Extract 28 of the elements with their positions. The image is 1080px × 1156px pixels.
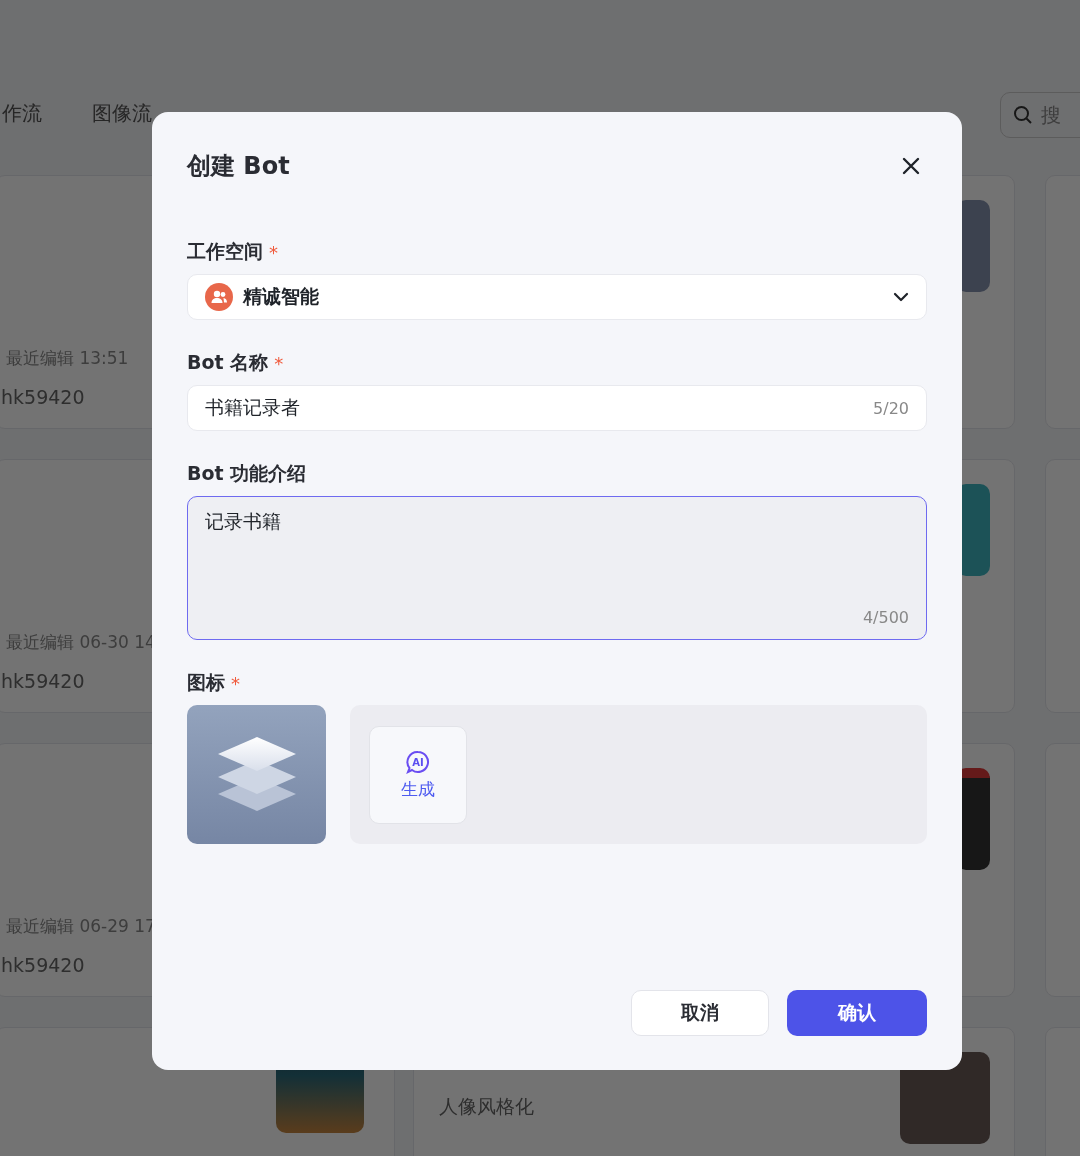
team-avatar-icon	[205, 283, 233, 311]
chevron-down-icon	[893, 292, 909, 302]
close-icon[interactable]	[901, 156, 921, 176]
char-counter: 5/20	[873, 398, 909, 418]
field-label: Bot 功能介绍	[187, 461, 307, 486]
description-text-area[interactable]: 记录书籍 4/500	[187, 496, 927, 640]
cancel-button[interactable]: 取消	[631, 990, 769, 1036]
ai-chat-icon: AI	[405, 749, 431, 774]
owner-name: hk59420	[1, 670, 85, 692]
ai-generate-button[interactable]: AI 生成	[369, 726, 467, 824]
field-label: 图标	[187, 670, 225, 695]
nav-tab[interactable]: 作流	[2, 100, 42, 127]
workspace-select[interactable]: 精诚智能	[187, 274, 927, 320]
required-mark: *	[231, 672, 240, 694]
bot-description: 人像风格化	[439, 1094, 534, 1119]
name-input-field[interactable]: 书籍记录者 5/20	[187, 385, 927, 431]
layers-icon	[187, 705, 326, 844]
required-mark: *	[269, 241, 278, 263]
char-counter: 4/500	[862, 608, 909, 627]
field-label: Bot 名称	[187, 350, 269, 375]
required-mark: *	[274, 352, 284, 374]
owner-name: hk59420	[1, 954, 85, 976]
owner-name: hk59420	[1, 386, 85, 408]
dialog-title: 创建 Bot	[187, 151, 290, 182]
nav-tab[interactable]: 图像流	[92, 100, 152, 127]
field-label: 工作空间	[187, 239, 263, 264]
confirm-button[interactable]: 确认	[787, 990, 927, 1036]
search-icon	[1013, 105, 1033, 125]
